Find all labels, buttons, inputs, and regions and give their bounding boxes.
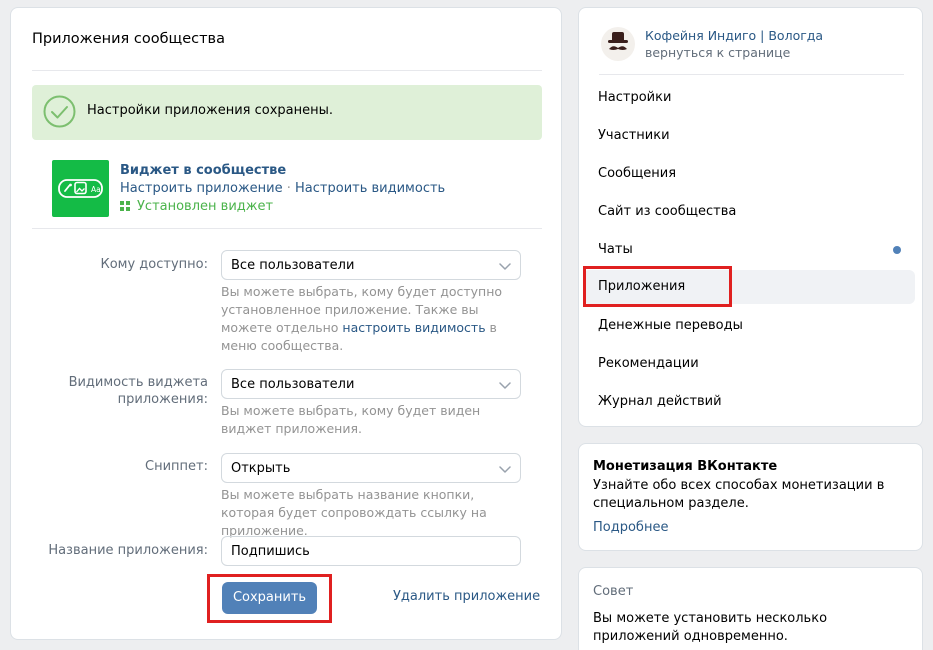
app-name-value: Подпишись [231, 544, 310, 559]
success-notice: Настройки приложения сохранены. [32, 85, 542, 140]
access-label: Кому доступно: [100, 257, 208, 272]
monetization-card: Монетизация ВКонтакте Узнайте обо всех с… [578, 443, 923, 551]
sidebar-item-label: Сайт из сообщества [598, 204, 737, 219]
tip-title: Совет [593, 584, 634, 599]
community-sidebar: Кофейня Индиго | Вологда вернуться к стр… [578, 7, 923, 427]
sidebar-item-site[interactable]: Сайт из сообщества [583, 195, 915, 229]
sidebar-item-members[interactable]: Участники [583, 119, 915, 153]
app-name-label: Название приложения: [48, 543, 208, 558]
check-circle-icon [43, 95, 76, 128]
highlight-box [583, 266, 732, 307]
sidebar-item-money-transfers[interactable]: Денежные переводы [583, 309, 915, 343]
snippet-label: Сниппет: [145, 459, 208, 474]
monetization-title: Монетизация ВКонтакте [593, 459, 778, 474]
tip-text: Вы можете установить несколько приложени… [593, 611, 828, 644]
snippet-hint: Вы можете выбрать название кнопки, котор… [221, 487, 487, 538]
app-name[interactable]: Виджет в сообществе [120, 163, 286, 178]
widget-visibility-value: Все пользователи [231, 377, 355, 392]
community-avatar[interactable] [601, 27, 635, 61]
sidebar-item-label: Участники [598, 128, 670, 143]
tip-card: Совет Вы можете установить несколько при… [578, 567, 923, 650]
sidebar-item-label: Настройки [598, 90, 672, 105]
app-name-input[interactable]: Подпишись [221, 536, 521, 566]
notice-text: Настройки приложения сохранены. [87, 103, 334, 118]
more-link[interactable]: Подробнее [593, 520, 668, 535]
app-status: Установлен виджет [120, 199, 273, 214]
configure-visibility-link[interactable]: Настроить видимость [295, 181, 445, 196]
highlight-box [207, 574, 332, 623]
community-name[interactable]: Кофейня Индиго | Вологда [645, 28, 823, 43]
snippet-value: Открыть [231, 461, 291, 476]
snippet-select[interactable]: Открыть [221, 453, 521, 483]
label-line: приложения: [117, 392, 208, 407]
chevron-down-icon [499, 466, 511, 473]
grid-icon [120, 201, 130, 211]
sidebar-item-label: Сообщения [598, 166, 677, 181]
page-title: Приложения сообщества [32, 31, 225, 47]
sidebar-item-label: Рекомендации [598, 356, 699, 371]
sidebar-item-settings[interactable]: Настройки [583, 81, 915, 115]
sidebar-item-messages[interactable]: Сообщения [583, 157, 915, 191]
widget-app-icon: Aa [52, 160, 109, 217]
notification-dot [893, 246, 901, 254]
sidebar-item-label: Журнал действий [598, 394, 722, 409]
chevron-down-icon [499, 263, 511, 270]
link-separator: · [286, 181, 291, 196]
divider [32, 228, 542, 229]
divider [599, 74, 904, 75]
chevron-down-icon [499, 382, 511, 389]
sidebar-item-chats[interactable]: Чаты [583, 233, 915, 267]
status-text: Установлен виджет [137, 199, 274, 214]
delete-app-link[interactable]: Удалить приложение [393, 589, 540, 604]
widget-visibility-hint: Вы можете выбрать, кому будет виден видж… [221, 403, 481, 436]
divider [32, 70, 542, 71]
sidebar-item-action-log[interactable]: Журнал действий [583, 385, 915, 419]
community-apps-panel: Приложения сообщества Настройки приложен… [10, 7, 562, 640]
hat-mustache-icon [608, 32, 628, 50]
widget-visibility-label: Видимость виджета приложения: [69, 374, 208, 408]
sidebar-item-recommendations[interactable]: Рекомендации [583, 347, 915, 381]
sidebar-item-label: Чаты [598, 242, 633, 257]
access-value: Все пользователи [231, 258, 355, 273]
configure-visibility-hint-link[interactable]: настроить видимость [342, 320, 485, 335]
access-select[interactable]: Все пользователи [221, 250, 521, 280]
sidebar-item-label: Денежные переводы [598, 318, 743, 333]
access-hint: Вы можете выбрать, кому будет доступно у… [221, 283, 521, 355]
widget-visibility-select[interactable]: Все пользователи [221, 369, 521, 399]
widget-icon: Aa [58, 179, 103, 198]
label-line: Видимость виджета [68, 375, 208, 390]
monetization-text: Узнайте обо всех способах монетизации в … [593, 478, 885, 511]
configure-app-link[interactable]: Настроить приложение [120, 181, 283, 196]
app-links: Настроить приложение · Настроить видимос… [120, 181, 445, 196]
back-to-page-link[interactable]: вернуться к странице [645, 45, 790, 60]
svg-text:Aa: Aa [91, 185, 101, 194]
